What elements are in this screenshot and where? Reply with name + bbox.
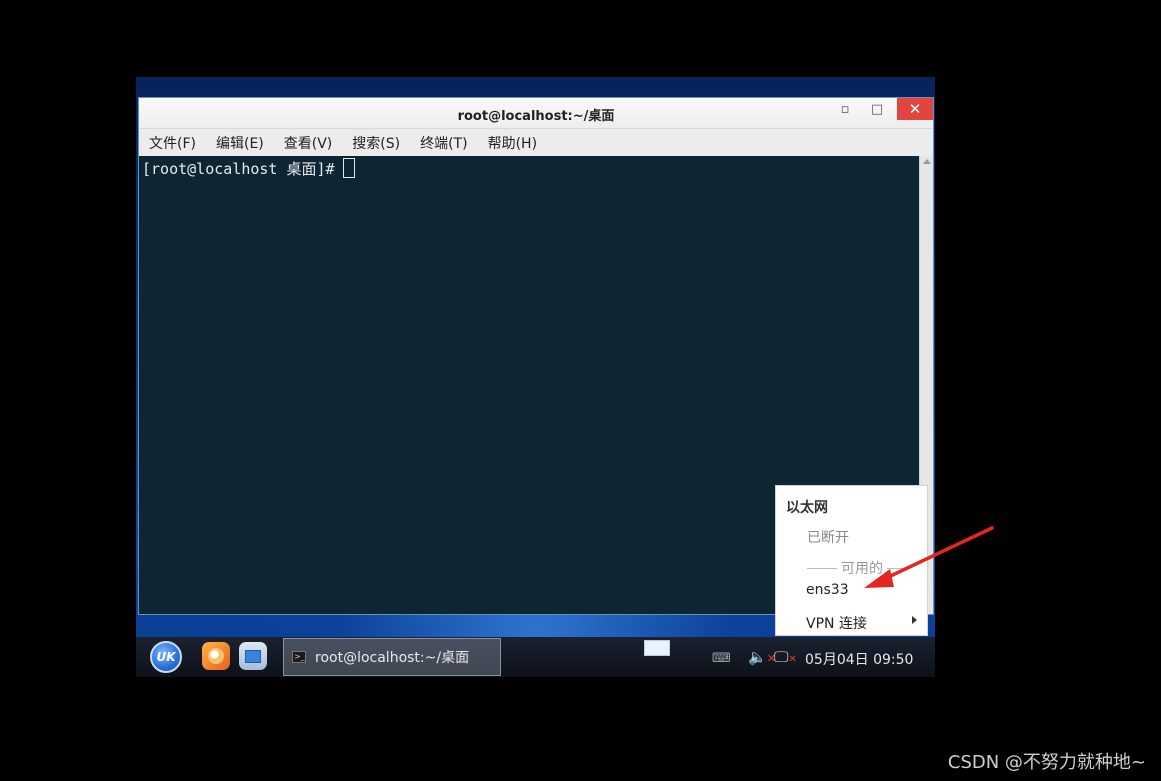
scroll-up-arrow-icon[interactable] [923,159,931,164]
vpn-connections-item[interactable]: VPN 连接 [806,613,867,633]
file-manager-icon [245,649,261,663]
network-section-header: 以太网 [786,500,828,516]
close-icon: ✕ [908,100,922,118]
submenu-arrow-icon [912,616,917,624]
taskbar-clock[interactable]: 05月04日 09:50 [805,649,913,669]
window-titlebar[interactable]: root@localhost:~/桌面 ▫ □ ✕ [139,98,933,129]
menu-terminal[interactable]: 终端(T) [420,133,467,153]
taskbar-task-label: root@localhost:~/桌面 [315,650,470,666]
minimize-icon: ▫ [840,101,850,117]
volume-muted-icon[interactable]: 🔈✕ [748,648,776,666]
annotation-arrowhead-icon [864,569,894,588]
close-button[interactable]: ✕ [897,98,933,120]
firefox-icon [208,648,224,664]
network-icon: 🖵 [774,648,789,666]
menu-file[interactable]: 文件(F) [149,133,196,153]
network-status: 已断开 [807,530,849,546]
taskbar-terminal-task[interactable]: >_ root@localhost:~/桌面 [283,638,501,676]
connection-ens33-item[interactable]: ens33 [806,582,849,598]
keyboard-icon[interactable]: ⌨ [712,651,731,666]
csdn-watermark: CSDN @不努力就种地~ [947,752,1146,773]
menu-help[interactable]: 帮助(H) [488,133,537,153]
text-cursor [342,158,355,178]
menu-view[interactable]: 查看(V) [284,133,333,153]
menu-edit[interactable]: 编辑(E) [216,133,264,153]
taskbar: UK >_ root@localhost:~/桌面 ⌨ 🔈✕ 🖵✕ 05月04日… [136,637,935,677]
shell-prompt: [root@localhost 桌面]# [142,160,335,178]
minimize-button[interactable]: ▫ [829,98,861,120]
menu-bar: 文件(F) 编辑(E) 查看(V) 搜索(S) 终端(T) 帮助(H) [139,129,933,157]
volume-icon: 🔈 [748,648,767,666]
start-logo-icon: UK [156,650,176,664]
workspace-switcher[interactable] [644,640,670,656]
firefox-launcher[interactable] [202,642,230,670]
file-manager-launcher[interactable] [239,642,267,670]
network-x-icon: ✕ [788,654,797,665]
window-title: root@localhost:~/桌面 [457,109,615,124]
terminal-icon: >_ [292,651,306,663]
start-menu-button[interactable]: UK [150,641,182,673]
shell-prompt-line: [root@localhost 桌面]# [142,158,355,179]
network-disconnected-icon[interactable]: 🖵✕ [774,648,797,666]
maximize-icon: □ [870,101,884,117]
maximize-button[interactable]: □ [861,98,893,120]
annotation-arrow [864,526,994,588]
menu-search[interactable]: 搜索(S) [352,133,400,153]
